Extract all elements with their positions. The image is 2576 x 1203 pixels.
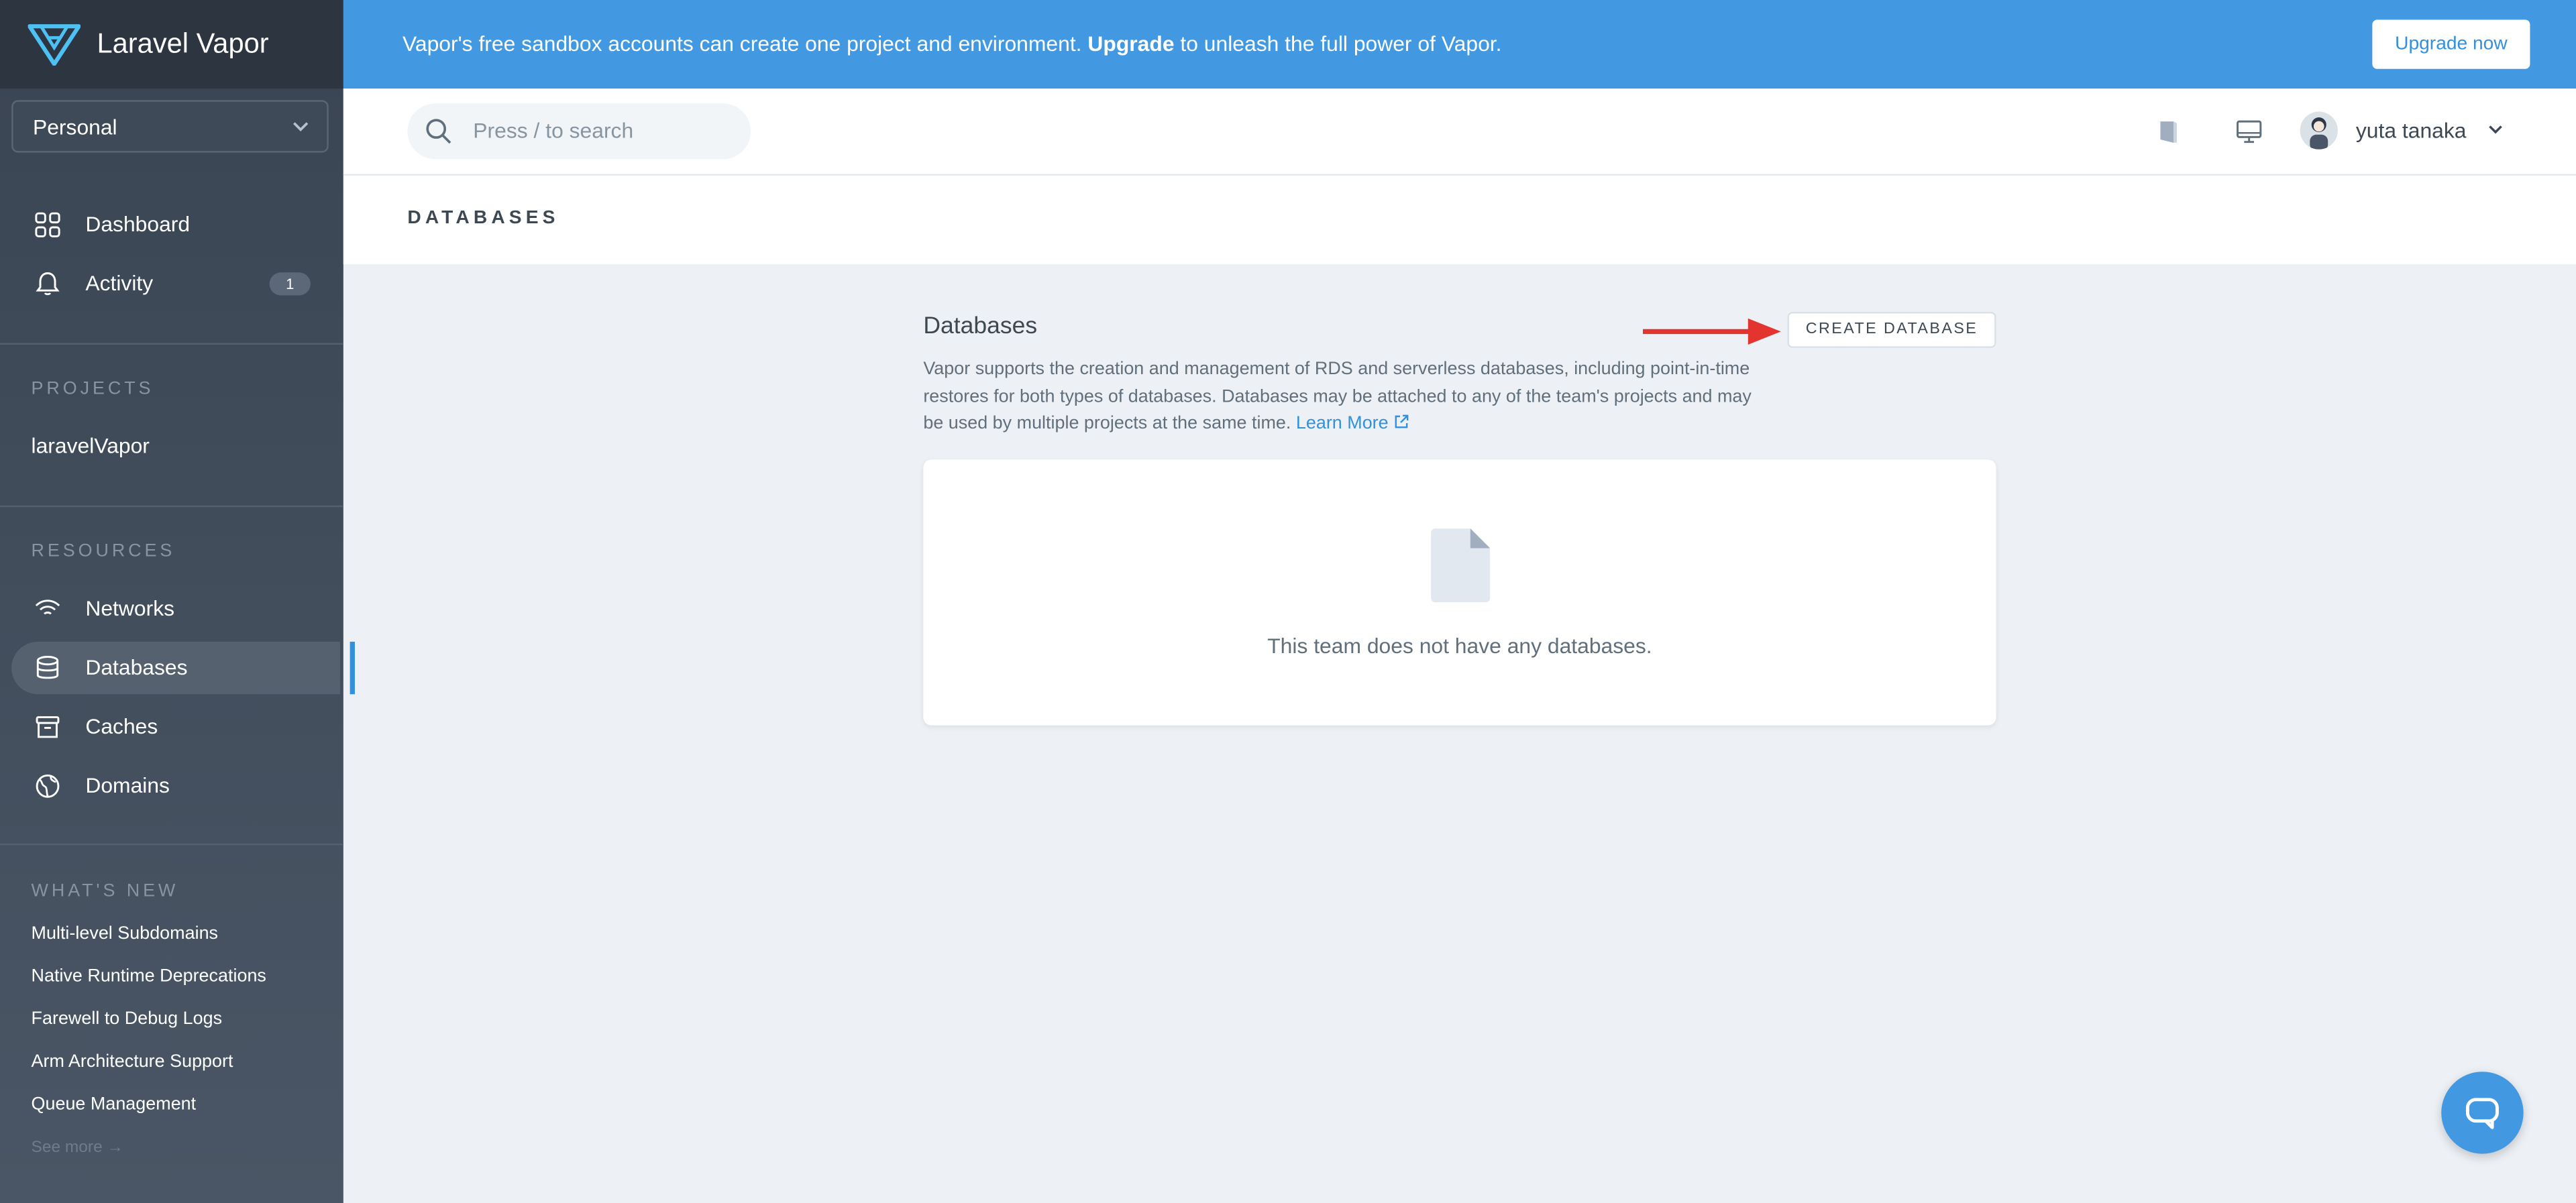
sidebar-item-label: Networks bbox=[85, 595, 175, 621]
brand-name: Laravel Vapor bbox=[97, 27, 269, 60]
activity-count-badge: 1 bbox=[269, 272, 311, 296]
empty-state-message: This team does not have any databases. bbox=[1267, 633, 1652, 658]
section-title: Databases bbox=[923, 313, 1038, 340]
project-link-laravelvapor[interactable]: laravelVapor bbox=[32, 433, 150, 458]
grid-icon bbox=[35, 212, 60, 237]
sidebar-item-label: Activity bbox=[85, 270, 154, 296]
user-avatar-icon bbox=[2310, 117, 2328, 150]
upgrade-banner: Vapor's free sandbox accounts can create… bbox=[343, 0, 2576, 89]
help-chat-button[interactable] bbox=[2441, 1072, 2524, 1154]
sidebar-item-domains[interactable]: Domains bbox=[11, 760, 340, 812]
banner-text-bold: Upgrade bbox=[1087, 31, 1175, 56]
archive-icon bbox=[36, 716, 60, 738]
sidebar-item-label: Databases bbox=[85, 654, 188, 680]
sidebar-item-label: Caches bbox=[85, 713, 158, 739]
search-input[interactable] bbox=[470, 116, 740, 145]
red-arrow-annotation bbox=[1642, 318, 1781, 345]
whats-new-section-title: WHAT'S NEW bbox=[31, 881, 179, 901]
sidebar-divider bbox=[0, 844, 343, 846]
bell-icon bbox=[36, 272, 60, 296]
news-link[interactable]: Farewell to Debug Logs bbox=[32, 1009, 223, 1029]
news-link[interactable]: Arm Architecture Support bbox=[32, 1052, 233, 1072]
news-link[interactable]: Multi-level Subdomains bbox=[32, 924, 218, 943]
news-link[interactable]: Queue Management bbox=[32, 1094, 197, 1114]
chevron-down-icon[interactable] bbox=[2487, 121, 2504, 137]
chat-bubble-icon bbox=[2465, 1098, 2499, 1129]
page-title: DATABASES bbox=[407, 208, 559, 229]
news-link[interactable]: Native Runtime Deprecations bbox=[32, 967, 266, 986]
sidebar-item-caches[interactable]: Caches bbox=[11, 701, 340, 753]
wifi-icon bbox=[35, 599, 60, 615]
team-select[interactable]: Personal bbox=[11, 100, 329, 153]
avatar[interactable] bbox=[2300, 111, 2338, 150]
learn-more-link[interactable]: Learn More bbox=[1296, 414, 1410, 433]
sidebar-item-label: Domains bbox=[85, 772, 170, 798]
external-link-icon bbox=[1395, 414, 1409, 428]
database-icon bbox=[36, 656, 59, 679]
search-icon bbox=[426, 119, 451, 144]
upgrade-now-button[interactable]: Upgrade now bbox=[2372, 19, 2530, 69]
learn-more-label: Learn More bbox=[1295, 413, 1389, 434]
banner-text-end: to unleash the full power of Vapor. bbox=[1180, 31, 1502, 56]
vapor-logo-icon bbox=[28, 24, 81, 66]
team-select-value: Personal bbox=[32, 115, 117, 140]
user-name[interactable]: yuta tanaka bbox=[2356, 118, 2467, 143]
projects-section-title: PROJECTS bbox=[31, 379, 154, 399]
brand-header[interactable]: Laravel Vapor bbox=[0, 0, 343, 89]
see-more-link[interactable]: See more → bbox=[32, 1139, 123, 1157]
monitor-icon[interactable] bbox=[2236, 118, 2262, 144]
resources-section-title: RESOURCES bbox=[31, 541, 176, 562]
search-box[interactable] bbox=[407, 103, 751, 160]
book-icon[interactable] bbox=[2155, 118, 2182, 144]
top-header: yuta tanaka bbox=[343, 89, 2576, 176]
sidebar: Laravel Vapor Personal Dashboard Activit… bbox=[0, 0, 355, 1203]
sidebar-divider bbox=[0, 343, 343, 345]
empty-state-card: This team does not have any databases. bbox=[923, 459, 1996, 726]
sidebar-item-databases[interactable]: Databases bbox=[11, 641, 355, 695]
document-icon bbox=[1431, 528, 1491, 603]
chevron-down-icon bbox=[293, 122, 309, 131]
sidebar-item-dashboard[interactable]: Dashboard bbox=[11, 198, 340, 251]
banner-text-start: Vapor's free sandbox accounts can create… bbox=[402, 31, 1082, 56]
sidebar-divider bbox=[0, 505, 343, 508]
globe-icon bbox=[36, 774, 60, 798]
sidebar-item-networks[interactable]: Networks bbox=[11, 583, 340, 635]
banner-message: Vapor's free sandbox accounts can create… bbox=[402, 32, 1501, 56]
section-description: Vapor supports the creation and manageme… bbox=[923, 356, 1769, 437]
create-database-button[interactable]: CREATE DATABASE bbox=[1787, 312, 1996, 348]
sidebar-item-label: Dashboard bbox=[85, 211, 191, 237]
page-header: DATABASES bbox=[343, 175, 2576, 265]
app-window: Laravel Vapor Personal Dashboard Activit… bbox=[0, 0, 2576, 1203]
